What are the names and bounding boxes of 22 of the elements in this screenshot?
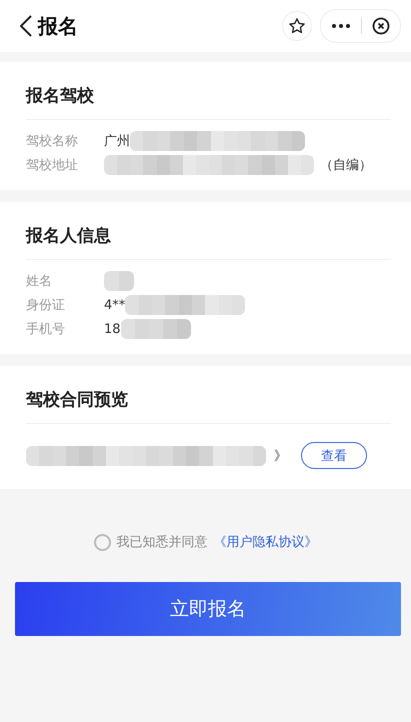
field-value: （自编） xyxy=(320,157,372,174)
privacy-link[interactable]: 《用户隐私协议》 xyxy=(214,533,318,551)
field-value: 4** xyxy=(104,298,126,312)
star-icon xyxy=(288,17,306,35)
field-label: 手机号 xyxy=(26,321,66,338)
field-label: 姓名 xyxy=(26,273,53,290)
section-title: 报名驾校 xyxy=(26,62,391,120)
submit-button[interactable]: 立即报名 xyxy=(15,582,401,636)
field-label: 驾校地址 xyxy=(26,157,79,174)
field-label: 驾校名称 xyxy=(26,133,79,150)
field-value: 广州 xyxy=(104,133,130,150)
contract-mark: 》 xyxy=(274,448,287,464)
agree-checkbox[interactable] xyxy=(94,534,110,550)
field-label: 身份证 xyxy=(26,297,66,314)
field-value: 18 xyxy=(104,322,121,336)
back-icon[interactable] xyxy=(20,15,32,37)
page-title: 报名 xyxy=(38,12,79,40)
favorite-button[interactable] xyxy=(282,11,312,41)
section-title: 驾校合同预览 xyxy=(26,366,391,424)
agreement-text: 我已知悉并同意 xyxy=(116,534,208,551)
view-button[interactable]: 查看 xyxy=(301,442,367,469)
section-title: 报名人信息 xyxy=(26,202,391,260)
